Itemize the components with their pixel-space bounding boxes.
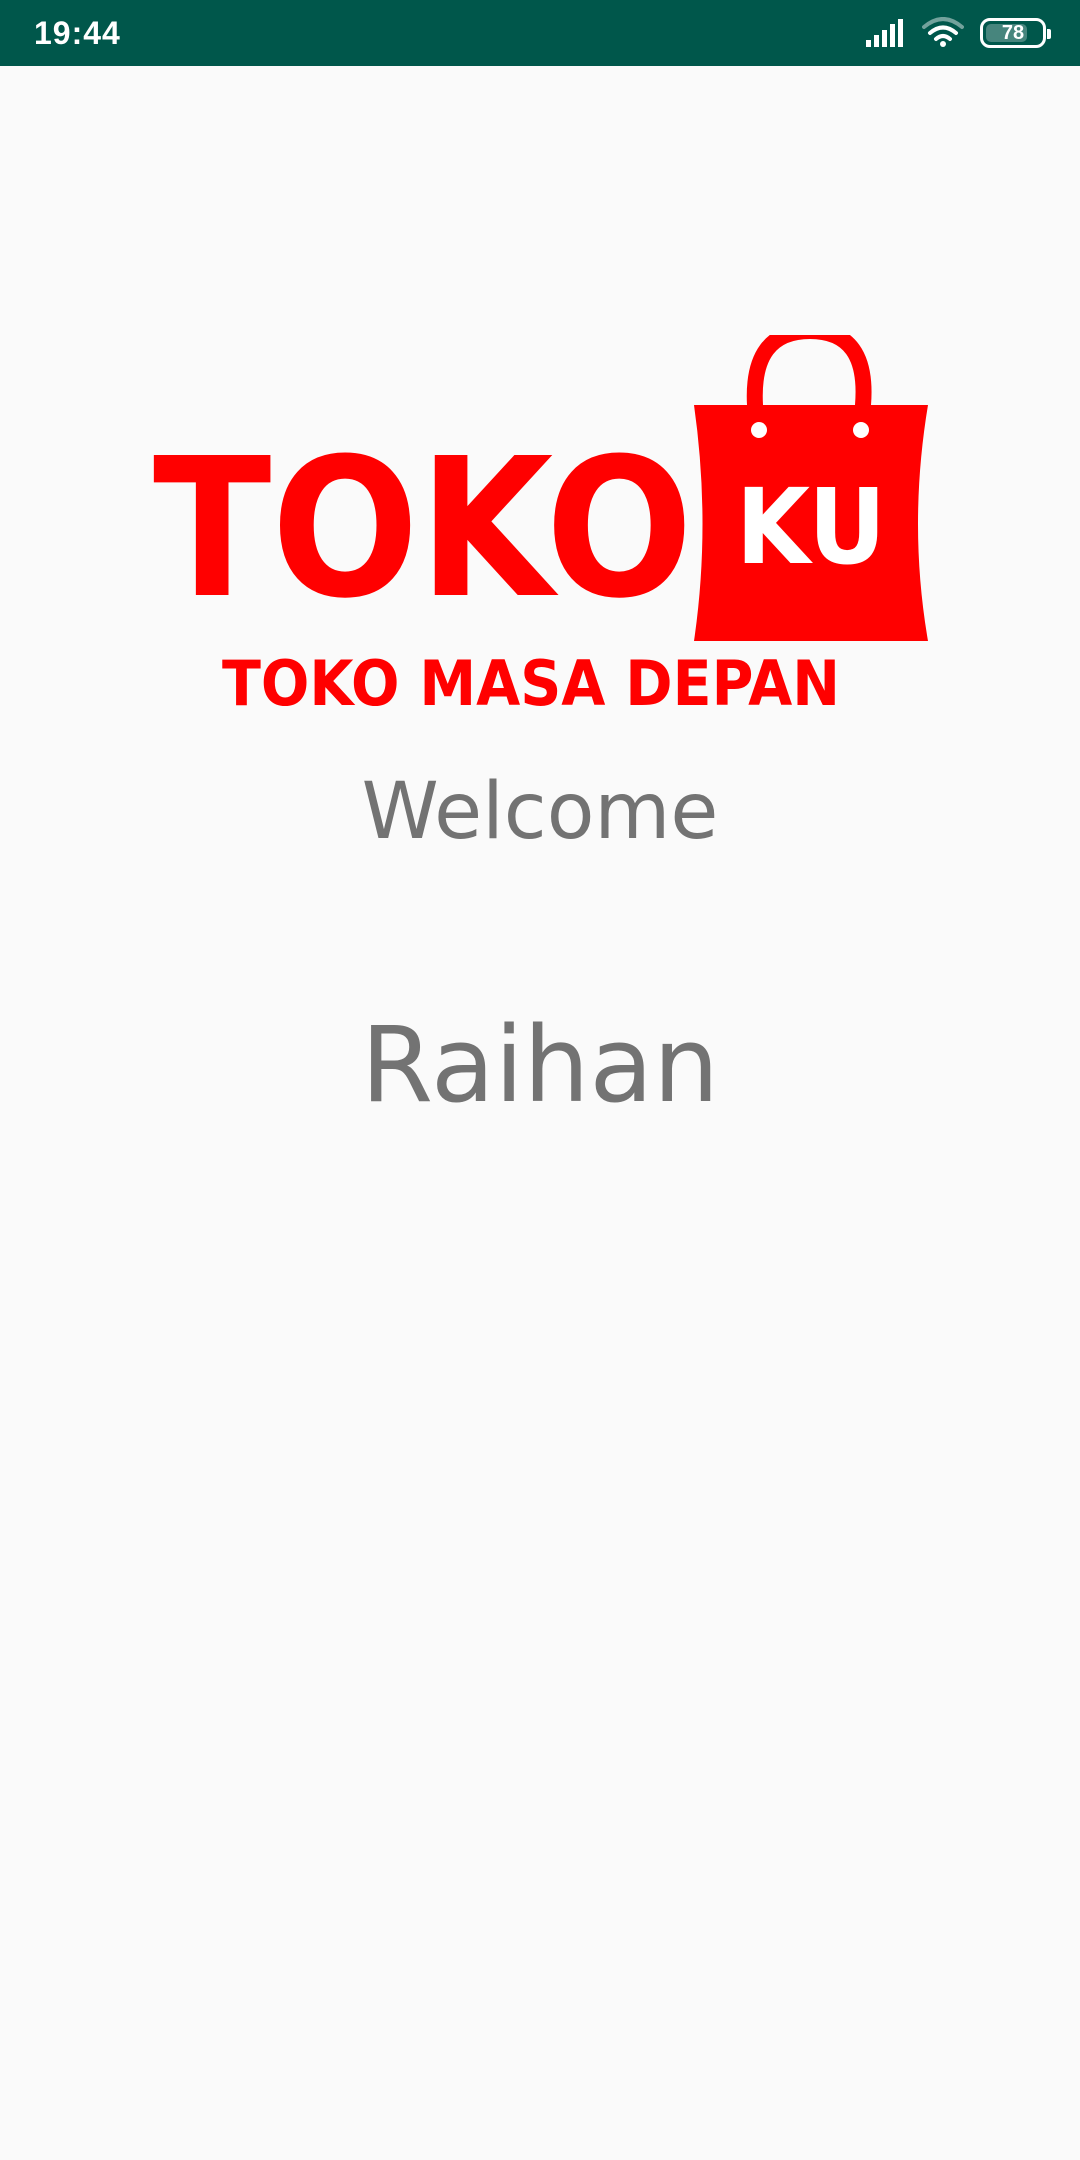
tokoku-logo: TOKO KU TOKO MASA DEPAN — [150, 335, 940, 715]
status-time: 19:44 — [34, 15, 121, 51]
logo-tagline: TOKO MASA DEPAN — [222, 647, 840, 715]
tokoku-logo-graphic: TOKO KU TOKO MASA DEPAN — [153, 335, 928, 715]
username-text: Raihan — [360, 1004, 720, 1126]
logo-brand-main: TOKO — [153, 418, 693, 641]
wifi-icon — [922, 17, 964, 47]
shopping-bag-icon: KU — [694, 335, 928, 641]
logo-brand-bag: KU — [736, 466, 886, 588]
status-bar: 19:44 78 — [0, 0, 1080, 66]
welcome-text: Welcome — [361, 767, 719, 857]
status-icons: 78 — [864, 0, 1051, 66]
battery-level-text: 78 — [1001, 22, 1025, 44]
battery-icon: 78 — [980, 18, 1051, 48]
signal-icon — [866, 19, 903, 47]
